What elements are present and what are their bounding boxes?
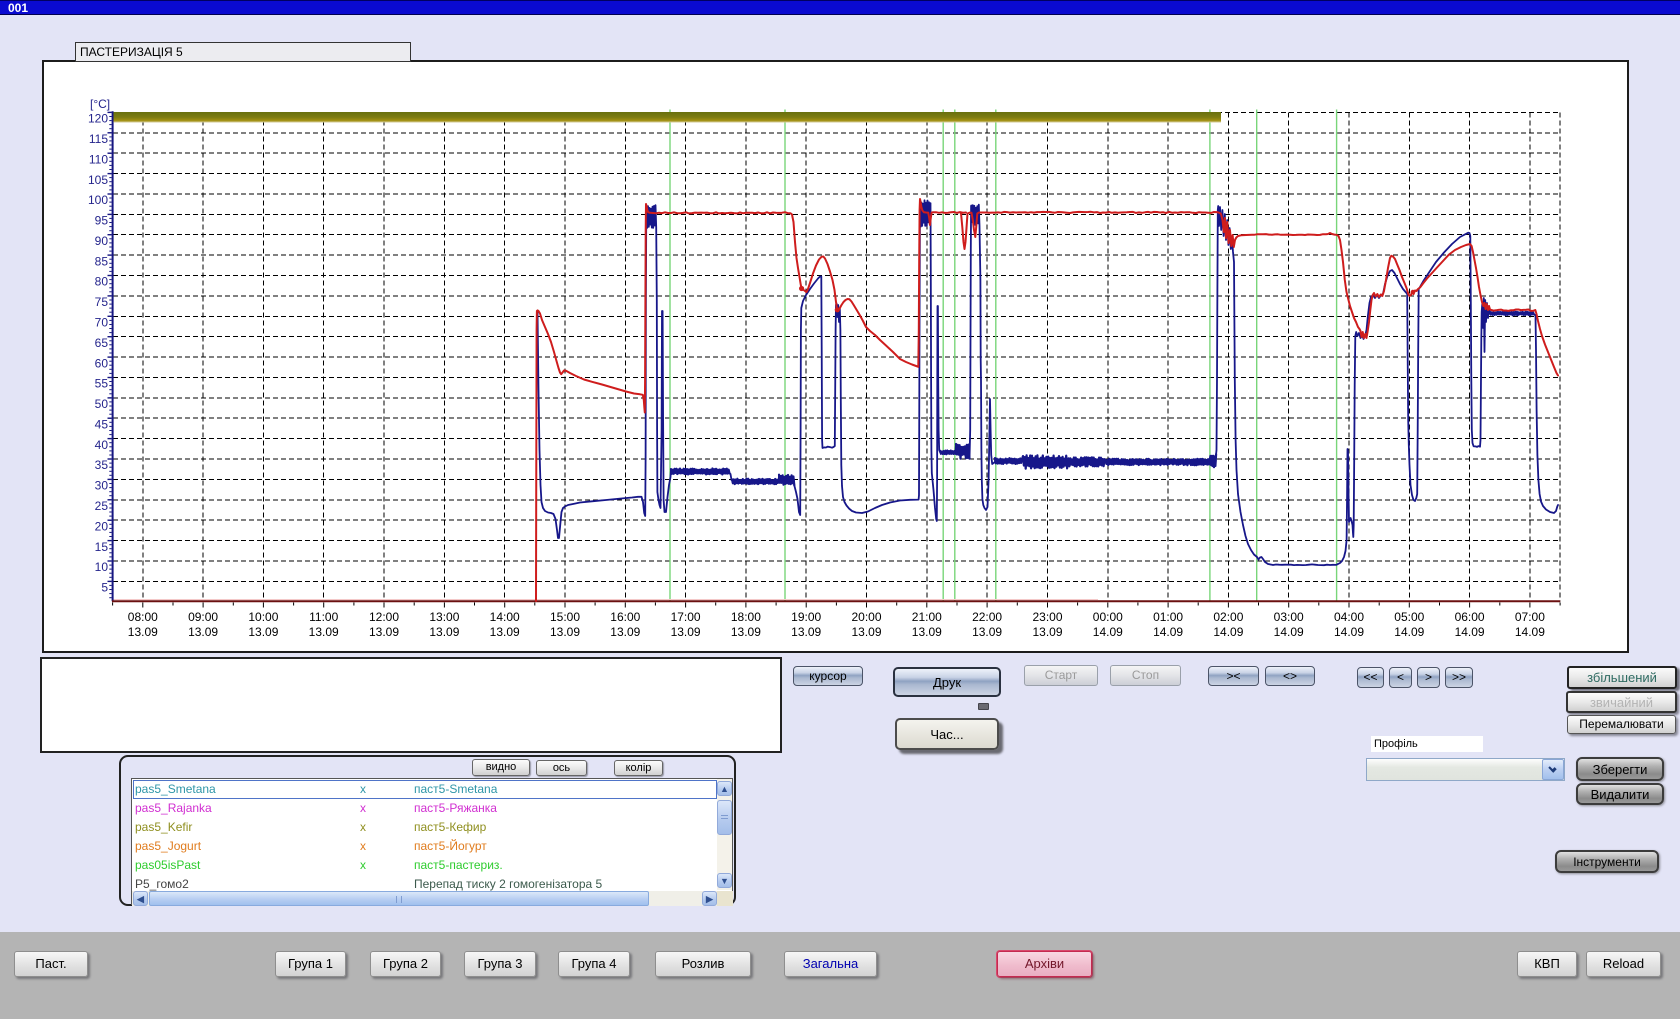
svg-text:70: 70 — [95, 316, 109, 330]
svg-text:[°C]: [°C] — [90, 97, 110, 111]
svg-text:75: 75 — [95, 295, 109, 309]
svg-text:14.09: 14.09 — [1455, 625, 1485, 639]
svg-text:15:00: 15:00 — [550, 610, 580, 624]
svg-text:13.09: 13.09 — [128, 625, 158, 639]
svg-text:40: 40 — [95, 438, 109, 452]
svg-text:13.09: 13.09 — [731, 625, 761, 639]
svg-text:90: 90 — [95, 234, 109, 248]
svg-text:12:00: 12:00 — [369, 610, 399, 624]
svg-text:13.09: 13.09 — [610, 625, 640, 639]
svg-text:13.09: 13.09 — [248, 625, 278, 639]
svg-text:03:00: 03:00 — [1274, 610, 1304, 624]
svg-text:06:00: 06:00 — [1455, 610, 1485, 624]
svg-text:55: 55 — [95, 377, 109, 391]
svg-text:13.09: 13.09 — [851, 625, 881, 639]
svg-text:13.09: 13.09 — [490, 625, 520, 639]
svg-text:01:00: 01:00 — [1153, 610, 1183, 624]
svg-text:09:00: 09:00 — [188, 610, 218, 624]
svg-text:13:00: 13:00 — [429, 610, 459, 624]
svg-text:14:00: 14:00 — [490, 610, 520, 624]
svg-text:14.09: 14.09 — [1515, 625, 1545, 639]
svg-text:110: 110 — [89, 152, 108, 166]
svg-text:21:00: 21:00 — [912, 610, 942, 624]
svg-text:16:00: 16:00 — [610, 610, 640, 624]
svg-text:45: 45 — [95, 417, 109, 431]
svg-text:105: 105 — [88, 173, 108, 187]
svg-text:07:00: 07:00 — [1515, 610, 1545, 624]
svg-text:00:00: 00:00 — [1093, 610, 1123, 624]
svg-text:02:00: 02:00 — [1213, 610, 1243, 624]
svg-text:30: 30 — [95, 479, 109, 493]
svg-text:13.09: 13.09 — [369, 625, 399, 639]
svg-text:13.09: 13.09 — [972, 625, 1002, 639]
svg-text:20: 20 — [95, 519, 109, 533]
svg-text:23:00: 23:00 — [1032, 610, 1062, 624]
svg-text:18:00: 18:00 — [731, 610, 761, 624]
svg-text:10:00: 10:00 — [248, 610, 278, 624]
svg-text:13.09: 13.09 — [1032, 625, 1062, 639]
svg-text:120: 120 — [88, 112, 108, 126]
svg-text:60: 60 — [95, 356, 109, 370]
svg-text:115: 115 — [89, 132, 108, 146]
svg-text:13.09: 13.09 — [671, 625, 701, 639]
svg-text:19:00: 19:00 — [791, 610, 821, 624]
svg-text:25: 25 — [95, 499, 109, 513]
svg-text:11:00: 11:00 — [309, 610, 338, 624]
svg-text:13.09: 13.09 — [309, 625, 339, 639]
svg-text:5: 5 — [101, 581, 108, 595]
svg-text:85: 85 — [95, 254, 109, 268]
svg-text:95: 95 — [95, 214, 109, 228]
svg-text:65: 65 — [95, 336, 109, 350]
svg-text:22:00: 22:00 — [972, 610, 1002, 624]
svg-text:15: 15 — [95, 540, 109, 554]
svg-text:14.09: 14.09 — [1394, 625, 1424, 639]
svg-text:80: 80 — [95, 275, 109, 289]
svg-text:14.09: 14.09 — [1274, 625, 1304, 639]
svg-text:13.09: 13.09 — [912, 625, 942, 639]
svg-text:100: 100 — [88, 193, 108, 207]
svg-text:13.09: 13.09 — [429, 625, 459, 639]
svg-text:35: 35 — [95, 458, 109, 472]
svg-text:14.09: 14.09 — [1093, 625, 1123, 639]
svg-text:14.09: 14.09 — [1213, 625, 1243, 639]
svg-text:14.09: 14.09 — [1334, 625, 1364, 639]
svg-text:50: 50 — [95, 397, 109, 411]
svg-text:13.09: 13.09 — [550, 625, 580, 639]
svg-text:10: 10 — [95, 560, 109, 574]
svg-text:05:00: 05:00 — [1394, 610, 1424, 624]
svg-text:13.09: 13.09 — [188, 625, 218, 639]
svg-text:04:00: 04:00 — [1334, 610, 1364, 624]
svg-text:13.09: 13.09 — [791, 625, 821, 639]
svg-text:08:00: 08:00 — [128, 610, 158, 624]
svg-text:17:00: 17:00 — [671, 610, 701, 624]
svg-text:20:00: 20:00 — [851, 610, 881, 624]
svg-text:14.09: 14.09 — [1153, 625, 1183, 639]
